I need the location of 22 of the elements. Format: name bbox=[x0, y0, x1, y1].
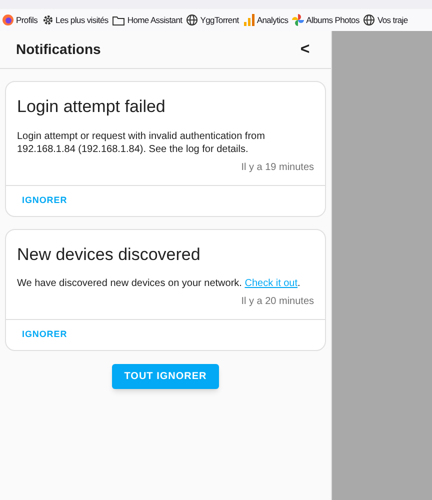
panel-title: Notifications bbox=[16, 40, 101, 59]
close-button[interactable]: < bbox=[295, 38, 315, 62]
notification-message: We have discovered new devices on your network. Check it out. bbox=[17, 277, 302, 290]
firefox-icon bbox=[2, 14, 14, 26]
bookmark-link[interactable]: Albums Photos bbox=[306, 14, 360, 26]
notification-title: New devices discovered bbox=[17, 244, 202, 266]
bookmark-link[interactable]: Vos traje bbox=[377, 14, 408, 26]
globe-icon bbox=[186, 14, 198, 26]
bookmark-link[interactable]: Analytics bbox=[256, 14, 288, 26]
bookmark-link[interactable]: Les plus visités bbox=[56, 14, 108, 26]
gear-icon bbox=[42, 14, 54, 26]
bar-chart-icon bbox=[242, 14, 255, 26]
bookmark-link[interactable]: Profils bbox=[16, 14, 38, 26]
notification-message: Login attempt or request with invalid authentication from 192.168.1.84 (192.168.1.84). See the log for details. bbox=[17, 130, 266, 156]
folder-icon bbox=[112, 14, 126, 26]
notification-title: Login attempt failed bbox=[17, 96, 166, 118]
pinwheel-icon bbox=[292, 14, 304, 26]
bookmark-link[interactable]: YggTorrent bbox=[200, 14, 239, 26]
globe-icon bbox=[363, 14, 376, 26]
timestamp: Il y a 19 minutes bbox=[241, 160, 314, 174]
timestamp: Il y a 20 minutes bbox=[241, 295, 314, 309]
bookmark-link[interactable]: Home Assistant bbox=[127, 14, 182, 26]
